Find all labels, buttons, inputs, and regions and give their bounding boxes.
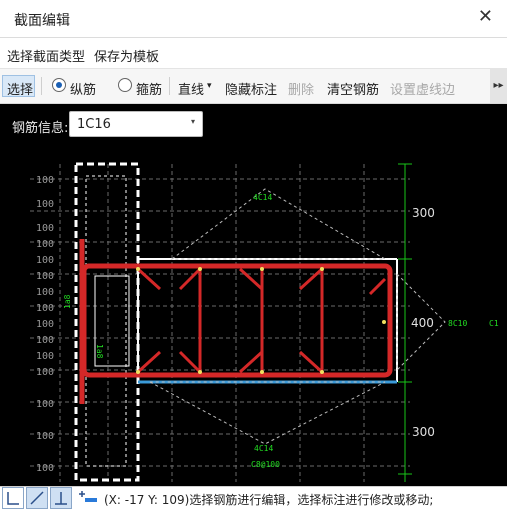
rebar-point[interactable]	[260, 370, 264, 374]
column-inner-outline	[85, 175, 127, 467]
grid-label: 100	[36, 271, 54, 282]
delete-button[interactable]: 删除	[288, 79, 314, 98]
dimension-label[interactable]: 300	[412, 206, 435, 220]
stirrup[interactable]	[81, 263, 393, 378]
vertical-rebar-annotation[interactable]: 1a8	[95, 344, 104, 359]
grid-label: 100	[36, 351, 54, 362]
grid-label: 100	[36, 255, 54, 266]
tie-hook[interactable]	[136, 267, 162, 291]
grid-label: 100	[36, 175, 54, 186]
grid-label: 100	[36, 199, 54, 210]
side-rebar-annotation-far[interactable]: C1	[489, 319, 499, 328]
side-rebar-annotation[interactable]: 8C10	[448, 319, 467, 328]
clear-rebar-button[interactable]: 清空钢筋	[327, 79, 379, 98]
rebar-point[interactable]	[320, 370, 324, 374]
dimension-label[interactable]: 400	[411, 316, 434, 330]
menu-bar: 选择截面类型 保存为模板	[0, 38, 507, 69]
rebar-info-dropdown[interactable]: 1C16 ▾	[69, 111, 203, 137]
orthogonal-snap-icon[interactable]	[2, 487, 24, 509]
stirrup-loop[interactable]	[81, 263, 393, 378]
hide-annotation-button[interactable]: 隐藏标注	[225, 79, 277, 98]
select-button[interactable]: 选择	[2, 75, 35, 98]
diagonal-line-glyph	[30, 491, 44, 505]
stirrup-annotation[interactable]: C8@100	[251, 460, 280, 469]
orthogonal-snap-glyph	[7, 492, 19, 505]
grid-label: 100	[36, 239, 54, 250]
grid-lines	[30, 164, 410, 482]
tie-hook[interactable]	[238, 267, 264, 291]
tie-bars[interactable]	[136, 267, 387, 374]
rebar-info-value: 1C16	[77, 117, 111, 132]
rebar-point[interactable]	[136, 267, 140, 271]
add-point-icon[interactable]	[76, 487, 98, 509]
rebar-point[interactable]	[260, 267, 264, 271]
dimension-labels: 300 400 300	[411, 206, 435, 439]
stirrup-radio[interactable]	[118, 78, 132, 92]
add-point-glyph	[79, 491, 97, 502]
longitudinal-radio[interactable]	[52, 78, 66, 92]
tie-hook[interactable]	[298, 267, 324, 291]
rebar-point[interactable]	[382, 320, 386, 324]
grid-label: 100	[36, 463, 54, 474]
grid-label: 100	[36, 223, 54, 234]
rebar-point[interactable]	[198, 370, 202, 374]
more-icon[interactable]: ▸▸	[490, 69, 507, 103]
rebar-point[interactable]	[136, 370, 140, 374]
section-drawing: 100 100 100 100 100 100 100 100 100 100 …	[30, 162, 499, 482]
grid-label-column: 100 100 100 100 100 100 100 100 100 100 …	[36, 175, 54, 474]
grid-label: 100	[36, 287, 54, 298]
toolbar: 选择 纵筋 箍筋 直线 ▾ 隐藏标注 删除 清空钢筋 设置虚线边 ▸▸	[0, 69, 507, 104]
tie-hook[interactable]	[178, 267, 202, 291]
close-icon[interactable]: ✕	[478, 8, 493, 26]
grid-label: 100	[36, 335, 54, 346]
menu-select-section-type[interactable]: 选择截面类型	[7, 46, 85, 65]
toolbar-divider	[169, 77, 170, 95]
stirrup-radio-label[interactable]: 箍筋	[136, 79, 162, 98]
bottom-rebar-leader	[149, 381, 386, 445]
vertical-rebar-annotation[interactable]: 1a8	[63, 294, 72, 309]
rebar-point[interactable]	[320, 267, 324, 271]
top-rebar-leader	[170, 188, 387, 260]
grid-label: 100	[36, 431, 54, 442]
tie-hook[interactable]	[136, 350, 162, 374]
perpendicular-snap-icon[interactable]	[50, 487, 72, 509]
chevron-down-icon: ▾	[190, 117, 195, 126]
tie-hook[interactable]	[368, 277, 387, 296]
top-rebar-annotation[interactable]: 4C14	[253, 193, 272, 202]
longitudinal-radio-label[interactable]: 纵筋	[70, 79, 96, 98]
grid-label: 100	[36, 319, 54, 330]
chevron-down-icon[interactable]: ▾	[207, 81, 212, 91]
toolbar-divider	[41, 77, 42, 95]
bottom-rebar-annotation[interactable]: 4C14	[254, 444, 273, 453]
set-dashed-edge-button[interactable]: 设置虚线边	[390, 79, 455, 98]
grid-label: 100	[36, 367, 54, 378]
title-bar: 截面编辑 ✕	[0, 0, 507, 38]
menu-save-as-template[interactable]: 保存为模板	[94, 46, 159, 65]
dimension-label[interactable]: 300	[412, 425, 435, 439]
tie-hook[interactable]	[238, 350, 264, 374]
rebar-point[interactable]	[198, 267, 202, 271]
status-bar: (X: -17 Y: 109)选择钢筋进行编辑，选择标注进行修改或移动;	[0, 486, 507, 510]
rebar-info-label: 钢筋信息:	[12, 121, 69, 136]
select-button-label: 选择	[7, 83, 34, 98]
drawing-canvas[interactable]: 100 100 100 100 100 100 100 100 100 100 …	[0, 104, 507, 486]
tie-hook[interactable]	[298, 350, 324, 374]
perpendicular-snap-glyph	[55, 492, 67, 505]
status-text: (X: -17 Y: 109)选择钢筋进行编辑，选择标注进行修改或移动;	[104, 493, 434, 507]
diagonal-line-icon[interactable]	[26, 487, 48, 509]
tie-hook[interactable]	[178, 350, 202, 374]
grid-label: 100	[36, 303, 54, 314]
grid-label: 100	[36, 399, 54, 410]
line-mode-dropdown[interactable]: 直线	[178, 79, 204, 98]
window-title: 截面编辑	[14, 13, 70, 29]
